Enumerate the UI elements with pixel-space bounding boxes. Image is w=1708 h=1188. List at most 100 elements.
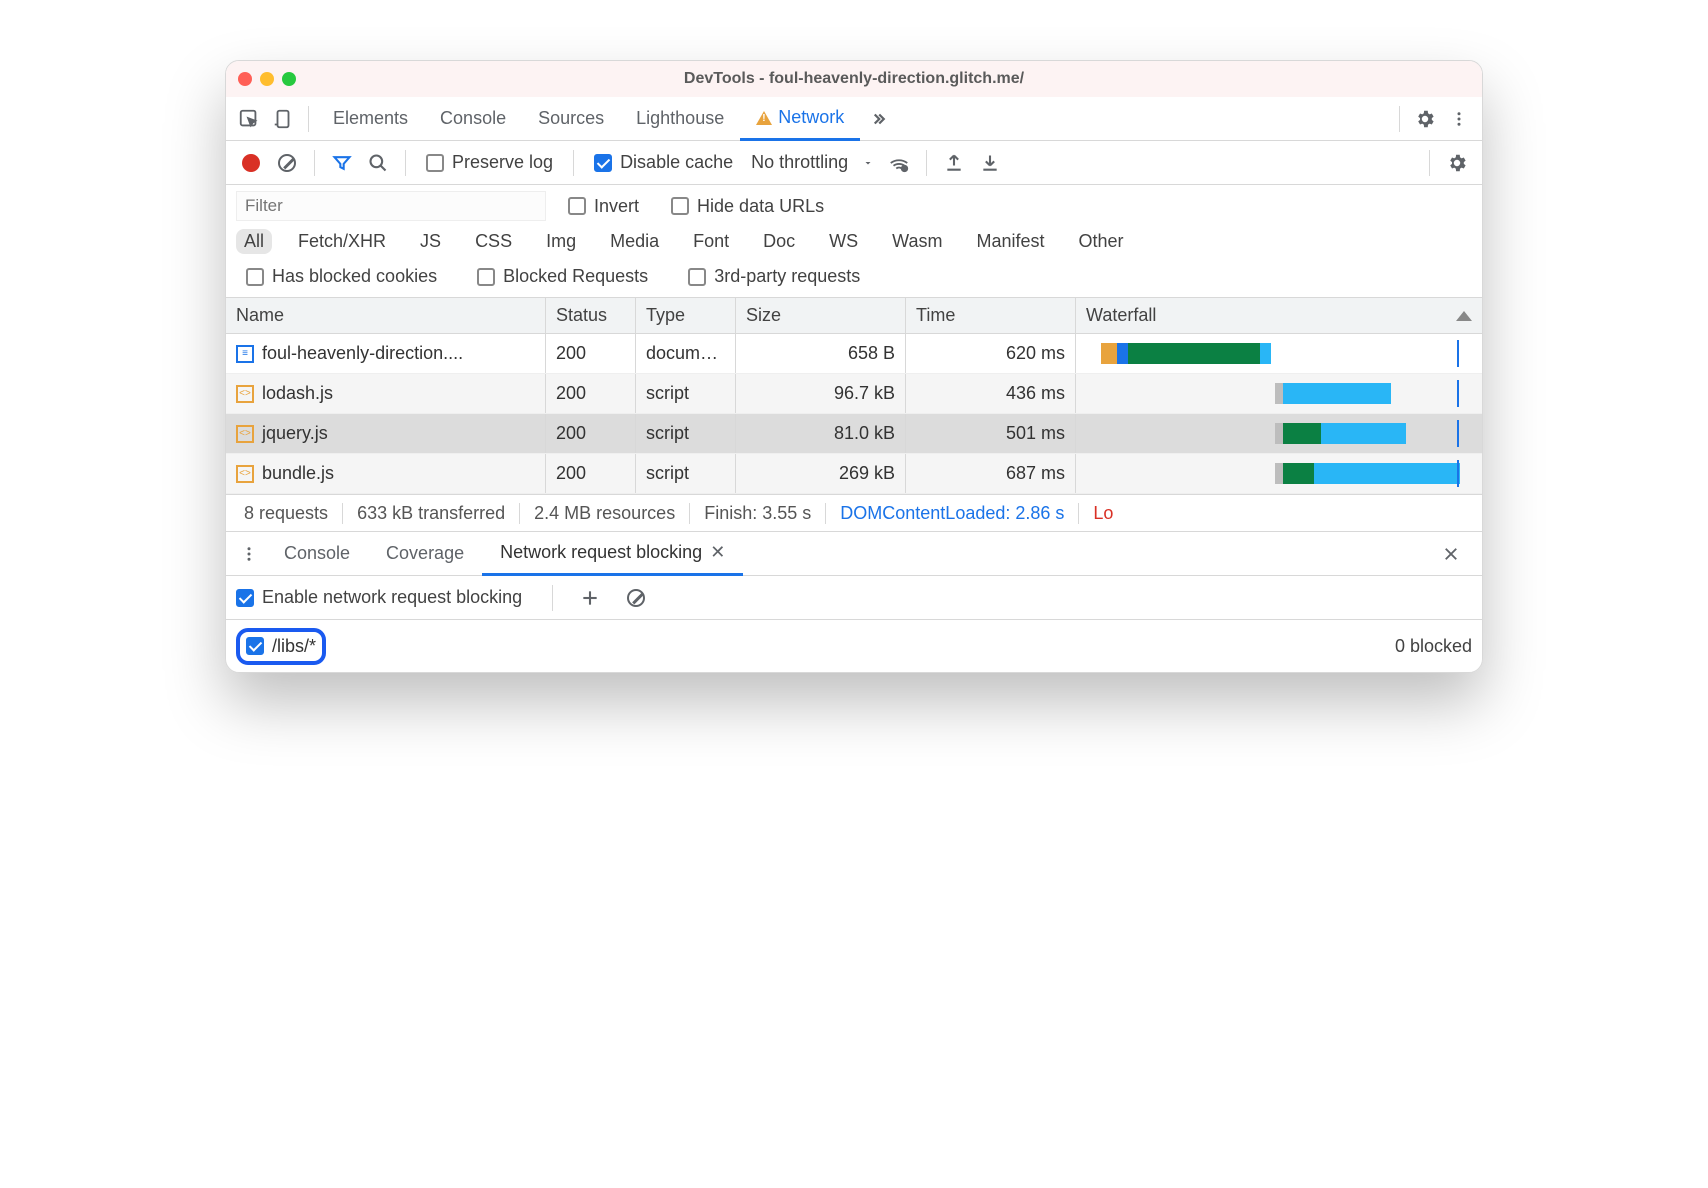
search-icon[interactable]	[361, 146, 395, 180]
network-conditions-icon[interactable]	[882, 146, 916, 180]
drawer-close-icon[interactable]	[1434, 537, 1468, 571]
separator	[926, 150, 927, 176]
separator	[1399, 106, 1400, 132]
filter-toggle-icon[interactable]	[325, 146, 359, 180]
checkbox-icon	[477, 268, 495, 286]
disable-cache-label: Disable cache	[620, 152, 733, 173]
cell-name: <>lodash.js	[226, 374, 546, 413]
minimize-button[interactable]	[260, 72, 274, 86]
checkbox-icon	[426, 154, 444, 172]
type-chip-media[interactable]: Media	[602, 229, 667, 254]
drawer-tab-console[interactable]: Console	[266, 532, 368, 575]
type-chip-css[interactable]: CSS	[467, 229, 520, 254]
type-chip-fetchxhr[interactable]: Fetch/XHR	[290, 229, 394, 254]
cell-name: ≡foul-heavenly-direction....	[226, 334, 546, 373]
tab-network[interactable]: Network	[740, 98, 860, 141]
table-row[interactable]: <>bundle.js200script269 kB687 ms	[226, 454, 1482, 494]
disable-cache-checkbox[interactable]: Disable cache	[584, 152, 743, 173]
file-icon: <>	[236, 425, 254, 443]
th-size[interactable]: Size	[736, 298, 906, 333]
separator	[552, 585, 553, 611]
table-row[interactable]: ≡foul-heavenly-direction....200docum…658…	[226, 334, 1482, 374]
invert-label: Invert	[594, 196, 639, 217]
cell-size: 81.0 kB	[736, 414, 906, 453]
th-name[interactable]: Name	[226, 298, 546, 333]
type-chip-manifest[interactable]: Manifest	[969, 229, 1053, 254]
th-type[interactable]: Type	[636, 298, 736, 333]
cell-time: 620 ms	[906, 334, 1076, 373]
th-waterfall[interactable]: Waterfall	[1076, 298, 1482, 333]
type-chip-other[interactable]: Other	[1071, 229, 1132, 254]
inspect-element-icon[interactable]	[232, 102, 266, 136]
close-button[interactable]	[238, 72, 252, 86]
tab-elements[interactable]: Elements	[317, 97, 424, 140]
hide-data-urls-checkbox[interactable]: Hide data URLs	[661, 196, 834, 217]
network-settings-icon[interactable]	[1440, 146, 1474, 180]
separator	[405, 150, 406, 176]
blocked-requests-checkbox[interactable]: Blocked Requests	[467, 266, 658, 287]
table-row[interactable]: <>jquery.js200script81.0 kB501 ms	[226, 414, 1482, 454]
type-filter-row: All Fetch/XHR JS CSS Img Media Font Doc WS Wasm Ma…	[226, 223, 1482, 260]
cell-time: 501 ms	[906, 414, 1076, 453]
summary-requests: 8 requests	[230, 503, 343, 524]
hide-data-urls-label: Hide data URLs	[697, 196, 824, 217]
type-chip-doc[interactable]: Doc	[755, 229, 803, 254]
invert-checkbox[interactable]: Invert	[558, 196, 649, 217]
has-blocked-cookies-checkbox[interactable]: Has blocked cookies	[236, 266, 447, 287]
th-status[interactable]: Status	[546, 298, 636, 333]
device-toggle-icon[interactable]	[266, 102, 300, 136]
titlebar: DevTools - foul-heavenly-direction.glitc…	[226, 61, 1482, 97]
close-tab-icon[interactable]: ✕	[710, 542, 725, 563]
th-time[interactable]: Time	[906, 298, 1076, 333]
import-har-icon[interactable]	[937, 146, 971, 180]
drawer-kebab-icon[interactable]	[232, 537, 266, 571]
drawer-tab-blocking[interactable]: Network request blocking ✕	[482, 533, 743, 576]
type-chip-wasm[interactable]: Wasm	[884, 229, 950, 254]
cell-type: script	[636, 374, 736, 413]
type-chip-all[interactable]: All	[236, 229, 272, 254]
drawer-tab-coverage[interactable]: Coverage	[368, 532, 482, 575]
throttling-select[interactable]: No throttling	[745, 152, 880, 173]
tab-console[interactable]: Console	[424, 97, 522, 140]
tab-network-label: Network	[778, 107, 844, 128]
type-chip-font[interactable]: Font	[685, 229, 737, 254]
add-pattern-icon[interactable]	[573, 581, 607, 615]
settings-icon[interactable]	[1408, 102, 1442, 136]
cell-status: 200	[546, 374, 636, 413]
tab-sources[interactable]: Sources	[522, 97, 620, 140]
maximize-button[interactable]	[282, 72, 296, 86]
pattern-highlight: /libs/*	[236, 628, 326, 665]
blocking-toolbar: Enable network request blocking	[226, 576, 1482, 620]
pattern-row: /libs/* 0 blocked	[226, 620, 1482, 672]
cell-status: 200	[546, 414, 636, 453]
pattern-checkbox[interactable]	[246, 637, 264, 655]
sort-indicator-icon	[1456, 311, 1472, 321]
export-har-icon[interactable]	[973, 146, 1007, 180]
separator	[308, 106, 309, 132]
remove-all-patterns-icon[interactable]	[619, 581, 653, 615]
cell-size: 96.7 kB	[736, 374, 906, 413]
record-button[interactable]	[234, 146, 268, 180]
has-blocked-cookies-label: Has blocked cookies	[272, 266, 437, 287]
separator	[573, 150, 574, 176]
cell-status: 200	[546, 454, 636, 493]
enable-blocking-checkbox[interactable]: Enable network request blocking	[236, 587, 532, 608]
type-chip-ws[interactable]: WS	[821, 229, 866, 254]
cell-waterfall	[1076, 334, 1482, 373]
clear-button[interactable]	[270, 146, 304, 180]
preserve-log-checkbox[interactable]: Preserve log	[416, 152, 563, 173]
tab-lighthouse[interactable]: Lighthouse	[620, 97, 740, 140]
summary-bar: 8 requests 633 kB transferred 2.4 MB res…	[226, 494, 1482, 532]
more-tabs-icon[interactable]	[860, 102, 894, 136]
filter-bar: Invert Hide data URLs	[226, 185, 1482, 223]
table-row[interactable]: <>lodash.js200script96.7 kB436 ms	[226, 374, 1482, 414]
third-party-checkbox[interactable]: 3rd-party requests	[678, 266, 870, 287]
summary-resources: 2.4 MB resources	[520, 503, 690, 524]
type-chip-js[interactable]: JS	[412, 229, 449, 254]
file-icon: ≡	[236, 345, 254, 363]
type-chip-img[interactable]: Img	[538, 229, 584, 254]
filter-input[interactable]	[236, 191, 546, 221]
cell-waterfall	[1076, 414, 1482, 453]
kebab-menu-icon[interactable]	[1442, 102, 1476, 136]
pattern-text[interactable]: /libs/*	[272, 636, 316, 657]
